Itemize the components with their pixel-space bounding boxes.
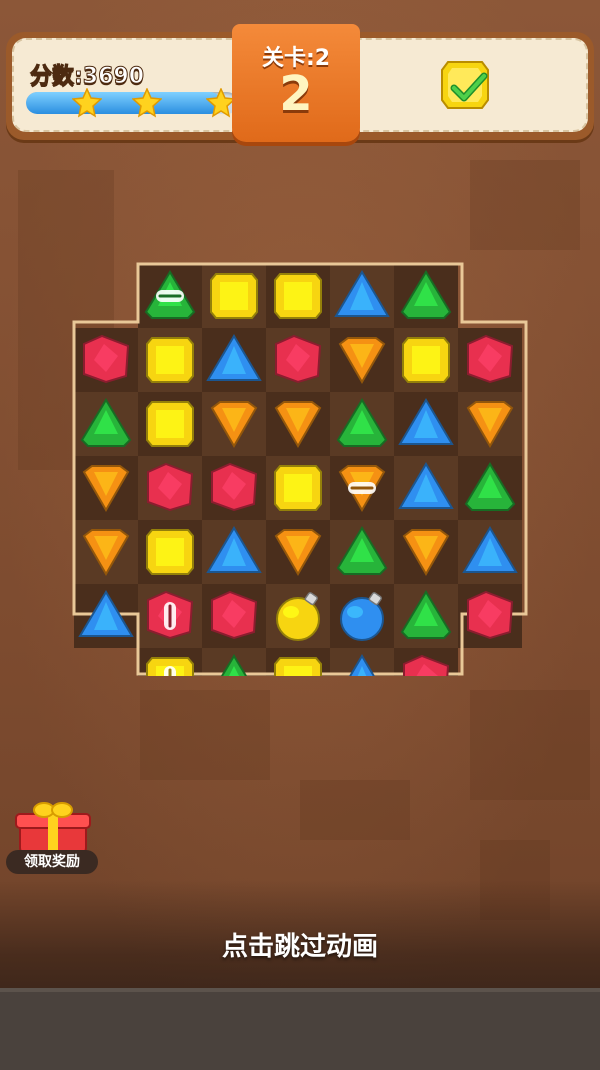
ground-strip	[0, 988, 600, 1070]
score-label: 分数:3690	[29, 64, 145, 90]
yellow-gem-icon[interactable]	[274, 657, 322, 676]
yellow-gem-icon[interactable]	[146, 401, 194, 447]
yellow-gem-icon[interactable]	[274, 273, 322, 319]
red-gem-icon[interactable]	[467, 334, 514, 384]
score-progress-fill	[26, 92, 222, 114]
game-board-grid[interactable]	[72, 262, 528, 676]
yellow-gem-icon[interactable]	[210, 273, 258, 319]
claim-reward-button[interactable]: 领取奖励	[6, 850, 98, 874]
red-gem-icon[interactable]	[211, 462, 258, 512]
yellow-gem-icon[interactable]	[146, 529, 194, 575]
yellow-gem-icon[interactable]	[402, 337, 450, 383]
level-number: 2	[279, 66, 313, 122]
goal-yellow-gem-check-icon	[441, 61, 489, 109]
red-gem-icon[interactable]	[467, 590, 514, 640]
level-badge: 关卡:2 2	[232, 24, 360, 142]
red-line-v-gem-icon[interactable]	[147, 590, 194, 640]
red-gem-icon[interactable]	[211, 590, 258, 640]
yellow-line-v-gem-icon[interactable]	[146, 657, 194, 676]
skip-animation-text[interactable]: 点击跳过动画	[0, 926, 600, 963]
yellow-gem-icon[interactable]	[146, 337, 194, 383]
red-gem-icon[interactable]	[83, 334, 130, 384]
yellow-gem-icon[interactable]	[274, 465, 322, 511]
star-icon	[132, 88, 162, 118]
red-gem-icon[interactable]	[147, 462, 194, 512]
red-gem-icon[interactable]	[275, 334, 322, 384]
star-icon	[72, 88, 102, 118]
game-board[interactable]	[72, 262, 528, 676]
